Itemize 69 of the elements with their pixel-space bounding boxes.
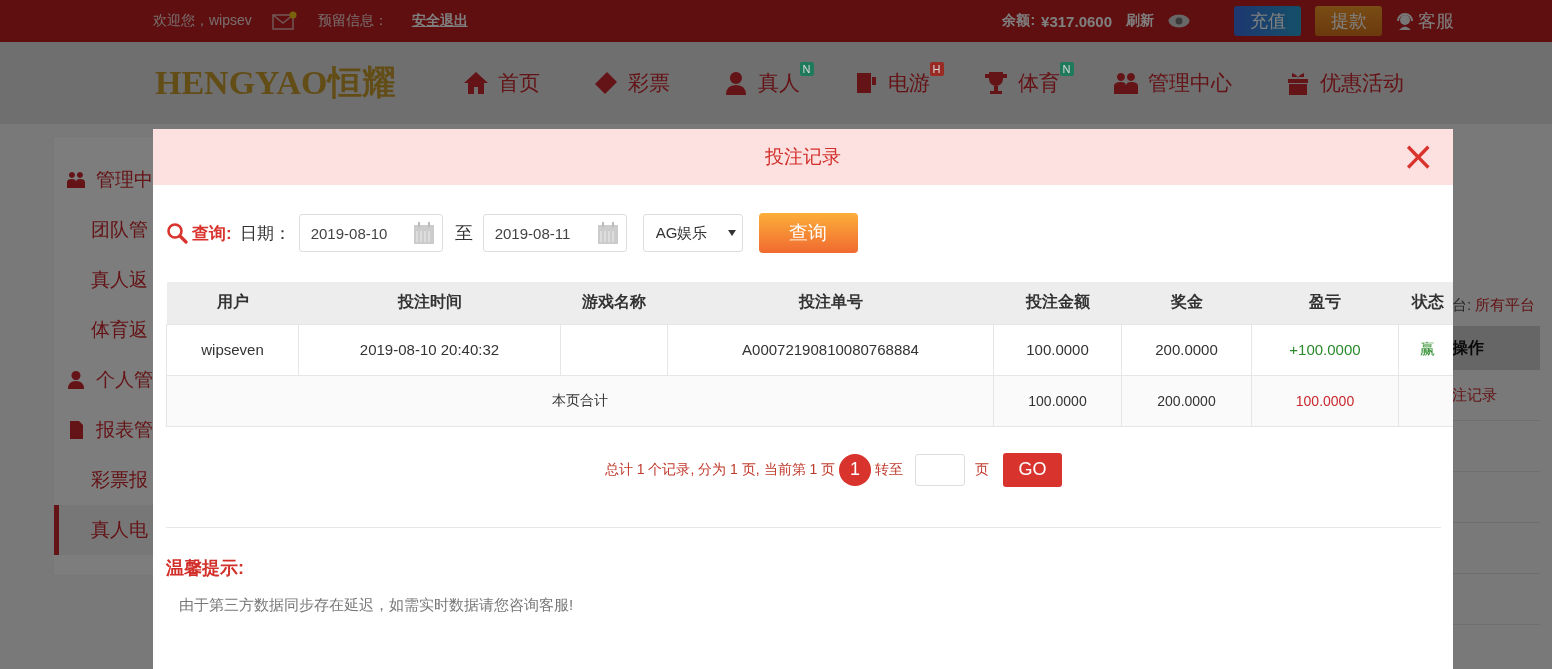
table-cell: 本页合计 xyxy=(166,375,994,426)
customer-service-link[interactable]: 客服 xyxy=(1418,9,1454,33)
search-button[interactable]: 查询 xyxy=(758,213,858,253)
logo[interactable]: HENGYAO恒耀 xyxy=(155,63,396,103)
end-date-field[interactable]: 2019-08-11 xyxy=(482,214,627,252)
tips-text: 由于第三方数据同步存在延迟，如需实时数据请您咨询客服! xyxy=(178,595,575,615)
search-icon xyxy=(166,222,188,244)
withdraw-button[interactable]: 提款 xyxy=(1315,6,1382,36)
go-button[interactable]: GO xyxy=(1003,452,1063,487)
refresh-link[interactable]: 刷新 xyxy=(1126,12,1154,30)
status-cell: 赢 xyxy=(1398,324,1453,375)
platform-dropdown[interactable]: AG娱乐 xyxy=(642,214,743,252)
table-cell: wipseven xyxy=(166,324,299,375)
eye-icon[interactable] xyxy=(1168,14,1190,28)
balance-label: 余额: xyxy=(1002,12,1036,30)
table-cell: 200.0000 xyxy=(1121,324,1252,375)
column-header: 投注时间 xyxy=(298,282,561,324)
nav-tab[interactable]: 彩票 xyxy=(565,42,696,124)
sidebar-group-title[interactable]: 管理中 xyxy=(96,167,153,193)
table-cell: A00072190810080768884 xyxy=(667,324,994,375)
column-header: 用户 xyxy=(166,282,299,324)
dialog-title: 投注记录 xyxy=(765,145,841,169)
pagination-summary: 总计 1 个记录, 分为 1 页, 当前第 1 页 xyxy=(604,460,836,479)
page-input[interactable] xyxy=(915,453,966,486)
logout-link[interactable]: 安全退出 xyxy=(411,12,468,30)
headset-icon[interactable] xyxy=(1396,12,1414,30)
column-header: 投注金额 xyxy=(993,282,1122,324)
table-cell: 100.0000 xyxy=(993,375,1122,426)
nav-tab[interactable]: 首页 xyxy=(435,42,566,124)
calendar-icon xyxy=(597,222,618,244)
page-label: 页 xyxy=(975,460,990,479)
close-button[interactable]: × xyxy=(1397,137,1439,175)
person-icon xyxy=(66,370,86,390)
caret-icon xyxy=(727,230,736,236)
nav-tab[interactable]: 优惠活动 xyxy=(1257,42,1430,124)
deposit-button[interactable]: 充值 xyxy=(1234,6,1301,36)
table-cell: 100.0000 xyxy=(1251,375,1399,426)
platform-link[interactable]: 所有平台 xyxy=(1475,296,1536,313)
welcome-text: 欢迎您，wipsev xyxy=(153,12,252,30)
calendar-icon xyxy=(413,222,434,244)
table-cell: 2019-08-10 20:40:32 xyxy=(298,324,561,375)
nav-badge: N xyxy=(799,62,814,76)
people-icon xyxy=(66,170,86,190)
nav-tab[interactable]: 管理中心 xyxy=(1085,42,1258,124)
range-separator: 至 xyxy=(454,222,473,245)
start-date-field[interactable]: 2019-08-10 xyxy=(298,214,443,252)
column-header: 游戏名称 xyxy=(560,282,668,324)
table-cell: 100.0000 xyxy=(993,324,1122,375)
column-header: 奖金 xyxy=(1121,282,1252,324)
search-label: 查询: xyxy=(192,222,232,245)
nav-badge: H xyxy=(929,62,944,76)
date-label: 日期： xyxy=(239,222,291,245)
platform-label: 台: xyxy=(1452,296,1472,313)
table-cell: +100.0000 xyxy=(1251,324,1399,375)
column-header: 状态 xyxy=(1398,282,1453,324)
record-link[interactable]: 注记录 xyxy=(1452,386,1497,403)
reserved-info-label: 预留信息： xyxy=(317,12,388,30)
sidebar-group-title[interactable]: 报表管 xyxy=(96,417,153,443)
current-page[interactable]: 1 xyxy=(839,453,872,486)
column-header: 操作 xyxy=(1452,339,1484,356)
column-header: 投注单号 xyxy=(667,282,994,324)
nav-badge: N xyxy=(1059,62,1074,76)
mail-icon[interactable] xyxy=(271,11,298,31)
tips-title: 温馨提示: xyxy=(166,556,245,580)
balance-amount: ¥317.0600 xyxy=(1041,12,1112,30)
goto-label: 转至 xyxy=(875,460,904,479)
table-cell: 200.0000 xyxy=(1121,375,1252,426)
sidebar-group-title[interactable]: 个人管 xyxy=(96,367,153,393)
column-header: 盈亏 xyxy=(1251,282,1399,324)
